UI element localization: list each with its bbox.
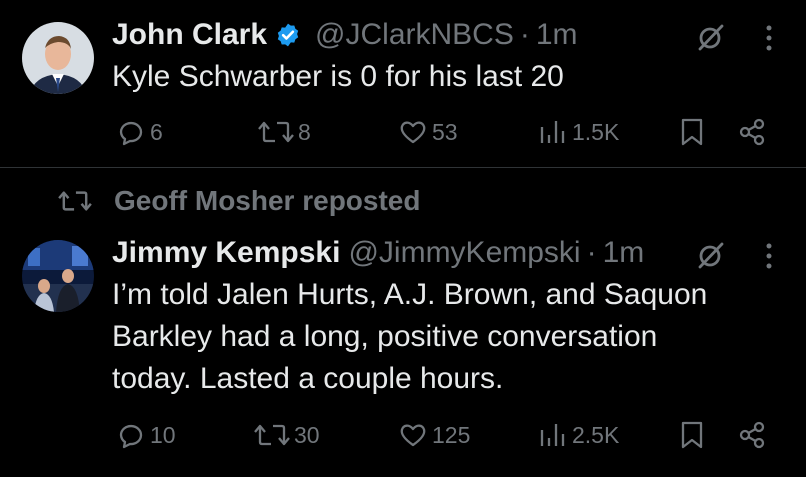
like-count: 125 — [432, 421, 471, 448]
views-button[interactable]: 1.5K — [538, 117, 619, 147]
views-chart-icon — [540, 121, 565, 143]
author-name[interactable]: John Clark — [112, 17, 267, 53]
timestamp[interactable]: 1m — [603, 235, 645, 271]
like-count: 53 — [432, 118, 458, 145]
views-count: 1.5K — [572, 118, 620, 145]
reply-button[interactable]: 6 — [116, 117, 163, 147]
tweet-text-line: today. Lasted a couple hours. — [112, 362, 504, 395]
separator-dot: · — [586, 236, 597, 269]
reply-icon — [119, 121, 143, 146]
heart-icon — [400, 121, 426, 144]
avatar[interactable] — [22, 240, 94, 312]
like-button[interactable]: 125 — [398, 420, 470, 450]
author-handle[interactable]: @JClarkNBCS — [315, 17, 514, 53]
more-options-icon[interactable] — [766, 243, 772, 269]
tweet-text: I’m told Jalen Hurts, A.J. Brown, and Sa… — [112, 274, 707, 400]
more-options-icon[interactable] — [766, 25, 772, 51]
repost-button[interactable]: 30 — [254, 420, 320, 450]
grok-icon[interactable] — [696, 22, 726, 52]
tweet-text-line: Barkley had a long, positive conversatio… — [112, 320, 658, 353]
reply-count: 10 — [150, 421, 176, 448]
tweet-text-line: I’m told Jalen Hurts, A.J. Brown, and Sa… — [112, 278, 708, 311]
repost-icon — [58, 191, 92, 211]
tweet-jimmy-kempski[interactable]: Geoff Mosher reposted Jimmy Kempski @Jim… — [0, 168, 806, 477]
repost-label[interactable]: Geoff Mosher reposted — [114, 185, 420, 217]
separator-dot: · — [519, 18, 530, 51]
verified-badge-icon[interactable] — [275, 22, 301, 48]
views-chart-icon — [540, 424, 565, 446]
tweet-text: Kyle Schwarber is 0 for his last 20 — [112, 60, 564, 93]
tweet-john-clark[interactable]: John Clark @JClarkNBCS · 1m Kyle Schwarb… — [0, 0, 806, 168]
repost-icon — [258, 121, 294, 143]
repost-icon — [254, 424, 290, 446]
avatar[interactable] — [22, 22, 94, 94]
author-handle[interactable]: @JimmyKempski — [348, 235, 580, 271]
timestamp[interactable]: 1m — [536, 17, 578, 53]
heart-icon — [400, 424, 426, 447]
share-icon[interactable] — [737, 420, 767, 450]
reply-count: 6 — [150, 118, 163, 145]
repost-button[interactable]: 8 — [258, 117, 311, 147]
bookmark-icon[interactable] — [679, 117, 705, 147]
reply-button[interactable]: 10 — [116, 420, 176, 450]
reply-icon — [119, 424, 143, 449]
share-icon[interactable] — [737, 117, 767, 147]
grok-icon[interactable] — [696, 240, 726, 270]
like-button[interactable]: 53 — [398, 117, 458, 147]
views-count: 2.5K — [572, 421, 620, 448]
repost-count: 8 — [298, 118, 311, 145]
views-button[interactable]: 2.5K — [538, 420, 619, 450]
repost-indicator[interactable]: Geoff Mosher reposted — [58, 185, 420, 217]
bookmark-icon[interactable] — [679, 420, 705, 450]
author-name[interactable]: Jimmy Kempski — [112, 235, 340, 271]
repost-count: 30 — [294, 421, 320, 448]
